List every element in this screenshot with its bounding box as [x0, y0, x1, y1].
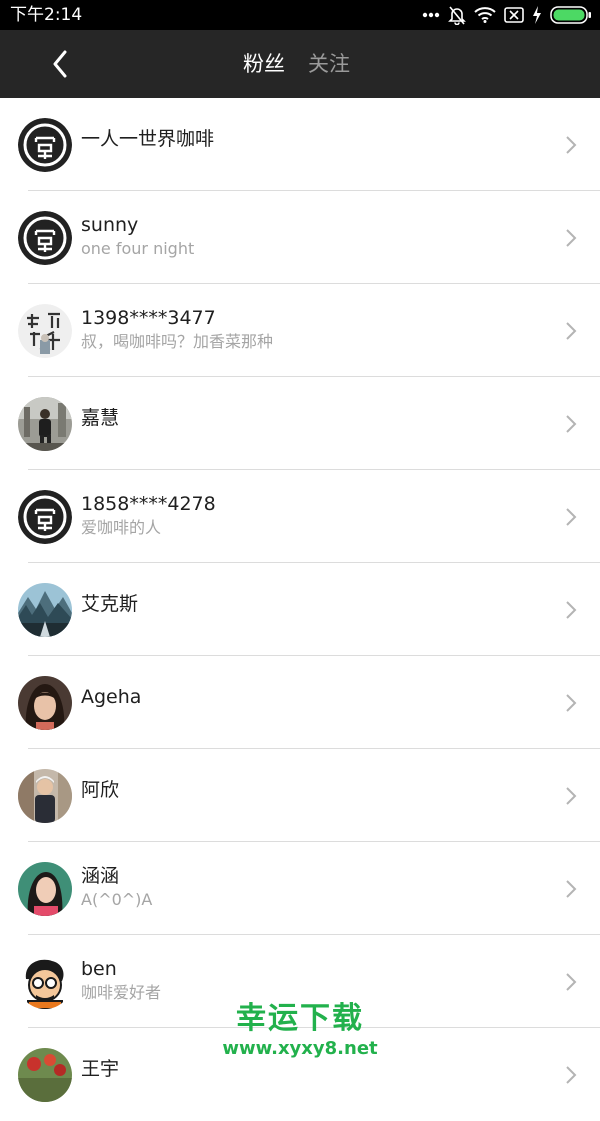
chevron-right-icon: [566, 601, 577, 619]
calligraphy-avatar: [18, 304, 72, 358]
fan-signature: A(^0^)A: [81, 890, 153, 909]
nav-bar: 粉丝 关注: [0, 30, 600, 98]
logo-avatar: [18, 118, 72, 172]
fan-row[interactable]: ben 咖啡爱好者: [0, 935, 600, 1028]
fan-signature: 叔，喝咖啡吗？加香菜那种: [81, 332, 274, 351]
bell-off-icon: [448, 5, 466, 25]
chevron-right-icon: [566, 322, 577, 340]
photo-avatar: [18, 1048, 72, 1102]
chevron-right-icon: [566, 1066, 577, 1084]
fan-row[interactable]: 涵涵 A(^0^)A: [0, 842, 600, 935]
fans-list: 一人一世界咖啡 sunny one four night 1398****347…: [0, 98, 600, 1121]
more-dots-icon: [422, 12, 440, 18]
portrait-avatar: [18, 676, 72, 730]
chevron-right-icon: [566, 787, 577, 805]
fan-name: sunny: [81, 214, 139, 236]
chevron-right-icon: [566, 229, 577, 247]
fan-row[interactable]: 1858****4278 爱咖啡的人: [0, 470, 600, 563]
landscape-avatar: [18, 583, 72, 637]
fan-signature: one four night: [81, 239, 195, 258]
photo-avatar: [18, 397, 72, 451]
fan-row[interactable]: 艾克斯: [0, 563, 600, 656]
fan-name: 阿欣: [81, 779, 120, 801]
status-bar: 下午2:14: [0, 0, 600, 30]
wifi-icon: [474, 7, 496, 23]
logo-avatar: [18, 211, 72, 265]
photo-avatar: [18, 769, 72, 823]
fan-signature: 咖啡爱好者: [81, 983, 162, 1002]
fan-row[interactable]: 嘉慧: [0, 377, 600, 470]
fan-row[interactable]: sunny one four night: [0, 191, 600, 284]
fan-row[interactable]: Ageha: [0, 656, 600, 749]
fan-name: 涵涵: [81, 865, 120, 887]
portrait-avatar: [18, 862, 72, 916]
fan-name: ben: [81, 958, 117, 980]
fan-signature: 爱咖啡的人: [81, 518, 162, 537]
fan-name: 艾克斯: [81, 593, 139, 615]
fan-row[interactable]: 王宇: [0, 1028, 600, 1121]
fan-name: 1858****4278: [81, 493, 216, 515]
fan-name: Ageha: [81, 686, 142, 708]
back-button[interactable]: [40, 44, 80, 84]
chevron-right-icon: [566, 415, 577, 433]
fan-row[interactable]: 一人一世界咖啡: [0, 98, 600, 191]
logo-avatar: [18, 490, 72, 544]
fan-name: 1398****3477: [81, 307, 216, 329]
tab-fans[interactable]: 粉丝: [243, 50, 285, 78]
sim-x-icon: [504, 7, 524, 23]
status-icons: [422, 5, 592, 25]
fan-name: 嘉慧: [81, 407, 120, 429]
chevron-right-icon: [566, 508, 577, 526]
charging-icon: [532, 6, 542, 24]
status-time: 下午2:14: [10, 5, 83, 25]
fan-row[interactable]: 1398****3477 叔，喝咖啡吗？加香菜那种: [0, 284, 600, 377]
fan-name: 王宇: [81, 1058, 120, 1080]
chevron-left-icon: [53, 50, 67, 78]
chevron-right-icon: [566, 136, 577, 154]
chevron-right-icon: [566, 880, 577, 898]
chevron-right-icon: [566, 694, 577, 712]
tab-following[interactable]: 关注: [308, 50, 350, 78]
fan-row[interactable]: 阿欣: [0, 749, 600, 842]
cartoon-avatar: [18, 955, 72, 1009]
battery-icon: [550, 6, 592, 24]
chevron-right-icon: [566, 973, 577, 991]
fan-name: 一人一世界咖啡: [81, 128, 215, 150]
